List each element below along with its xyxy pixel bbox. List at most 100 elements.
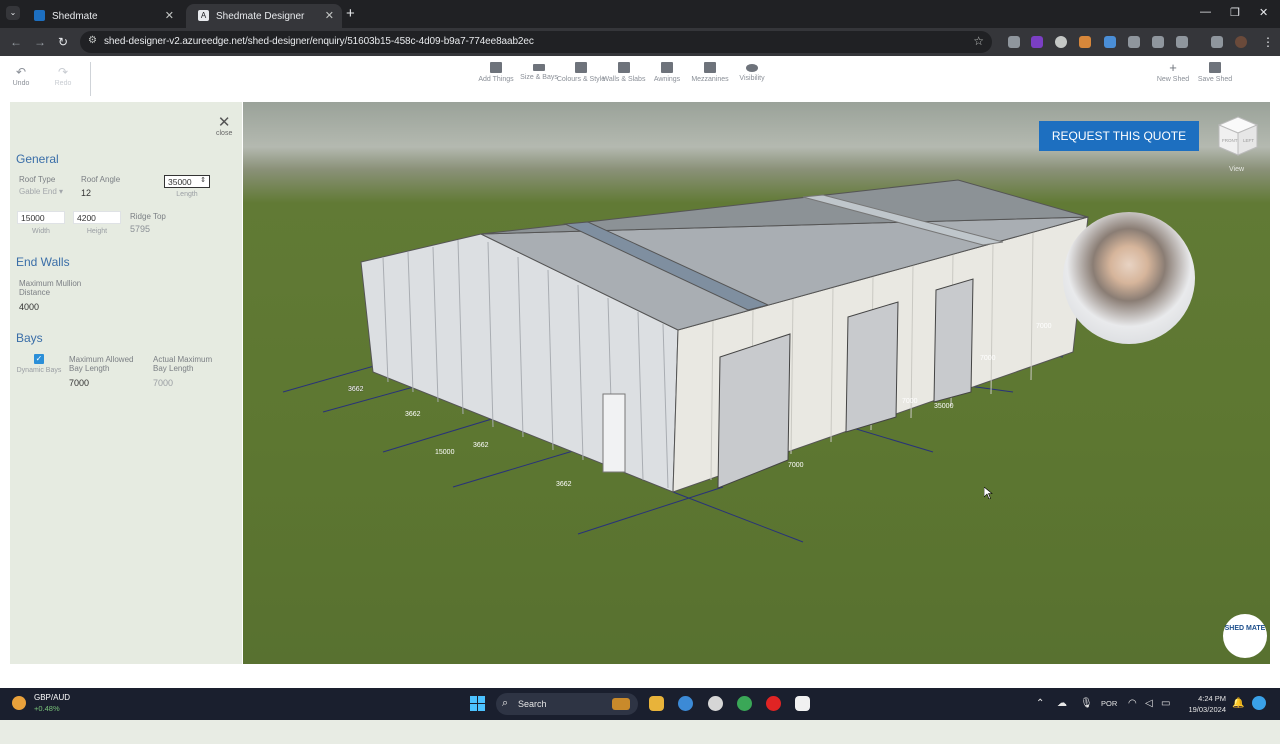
bays-heading: Bays — [16, 331, 43, 345]
youtube-music-icon[interactable] — [766, 696, 781, 711]
save-shed-button[interactable]: Save Shed — [1190, 62, 1240, 84]
dynamic-bays-checkbox[interactable]: ✓ — [34, 354, 44, 364]
windows-start-icon[interactable] — [470, 696, 485, 711]
volume-icon[interactable]: ◁ — [1145, 698, 1153, 709]
request-quote-button[interactable]: REQUEST THIS QUOTE — [1039, 121, 1199, 151]
browser-tab-strip: ⌄ Shedmate ✕ A Shedmate Designer ✕ + — ❐… — [0, 0, 1280, 28]
notion-icon[interactable] — [795, 696, 810, 711]
height-label: Height — [86, 228, 108, 235]
extension-icon[interactable] — [1031, 36, 1043, 48]
view-cube[interactable]: FRONT LEFT — [1217, 115, 1259, 157]
reload-icon[interactable]: ↻ — [58, 35, 68, 49]
copilot-icon[interactable] — [1252, 696, 1266, 710]
language-indicator[interactable]: POR — [1101, 699, 1117, 708]
roof-angle-value[interactable]: 12 — [81, 188, 91, 198]
shed-3d-model[interactable]: 3662 3662 3662 3662 15000 7000 7000 7000… — [243, 102, 1270, 664]
ridge-top-label: Ridge Top — [130, 212, 166, 221]
forward-icon[interactable]: → — [34, 35, 46, 49]
general-heading: General — [16, 152, 59, 166]
site-info-icon[interactable]: ⚙ — [88, 35, 97, 46]
new-tab-icon[interactable]: + — [346, 5, 355, 22]
height-input[interactable]: 4200 — [73, 211, 121, 224]
extension-icon[interactable] — [1152, 36, 1164, 48]
length-label: Length — [176, 191, 198, 198]
view-label: View — [1229, 166, 1245, 173]
cube-left-label: LEFT — [1243, 138, 1254, 143]
roof-type-select[interactable]: Gable End ▾ — [19, 187, 63, 196]
side-panel-icon[interactable] — [1211, 36, 1223, 48]
taskbar-search[interactable]: ⌕ Search — [496, 693, 638, 715]
awning-icon — [661, 62, 673, 73]
redo-button[interactable]: ↷ Redo — [48, 66, 78, 87]
close-window-icon[interactable]: ✕ — [1259, 6, 1268, 19]
dimension-label: 7000 — [788, 462, 804, 469]
personnel-door[interactable] — [602, 393, 626, 473]
microphone-icon[interactable]: 🎙 — [1080, 698, 1093, 709]
actual-max-bay-label: Actual Maximum Bay Length — [153, 355, 213, 373]
stepper-icon[interactable]: ⇕ — [200, 176, 206, 184]
onedrive-icon[interactable]: ☁ — [1057, 698, 1067, 709]
file-explorer-icon[interactable] — [649, 696, 664, 711]
clock-date: 19/03/2024 — [1188, 705, 1226, 714]
length-input[interactable]: 35000 ⇕ — [164, 175, 210, 188]
tab-title: Shedmate — [52, 10, 98, 22]
actual-max-bay-value: 7000 — [153, 378, 174, 388]
chrome-profile-icon[interactable] — [708, 696, 723, 711]
webcam-overlay — [1063, 212, 1195, 344]
chrome-alt-icon[interactable] — [737, 696, 752, 711]
tab-shedmate-designer[interactable]: A Shedmate Designer ✕ — [186, 4, 342, 28]
redo-icon: ↷ — [57, 65, 69, 79]
extension-icon[interactable] — [1128, 36, 1140, 48]
search-icon: ⌕ — [502, 697, 509, 709]
close-panel-button[interactable]: ✕ close — [216, 115, 232, 137]
roller-door[interactable] — [717, 333, 791, 489]
extension-icon[interactable] — [1104, 36, 1116, 48]
address-bar[interactable]: ⚙ shed-designer-v2.azureedge.net/shed-de… — [80, 31, 992, 53]
settings-panel: ✕ close General Roof Type Gable End ▾ Ro… — [10, 102, 242, 664]
roof-type-label: Roof Type — [19, 175, 56, 184]
dynamic-bays-label: Dynamic Bays — [16, 367, 62, 374]
extensions-puzzle-icon[interactable] — [1176, 36, 1188, 48]
max-allowed-bay-label: Maximum Allowed Bay Length — [69, 355, 134, 373]
currency-icon — [12, 696, 26, 710]
undo-button[interactable]: ↶ Undo — [6, 66, 36, 87]
tab-close-icon[interactable]: ✕ — [165, 9, 174, 22]
show-hidden-icons-icon[interactable]: ⌃ — [1036, 698, 1044, 709]
3d-viewport[interactable]: 3662 3662 3662 3662 15000 7000 7000 7000… — [243, 102, 1270, 664]
visibility-button[interactable]: Visibility — [727, 62, 777, 83]
extension-icon[interactable] — [1055, 36, 1067, 48]
tab-search-button[interactable]: ⌄ — [6, 6, 20, 20]
extension-icon[interactable] — [1008, 36, 1020, 48]
wifi-icon[interactable]: ◠ — [1128, 698, 1137, 709]
extension-icon[interactable] — [1079, 36, 1091, 48]
windows-taskbar: GBP/AUD +0.48% ⌕ Search ⌃ ☁ 🎙 POR ◠ ◁ ▭ … — [0, 688, 1280, 720]
taskbar-clock[interactable]: 4:24 PM 19/03/2024 — [1186, 693, 1226, 715]
roller-door[interactable] — [933, 278, 974, 403]
bookmark-star-icon[interactable]: ☆ — [973, 34, 984, 48]
dimension-label: 15000 — [435, 449, 455, 456]
dimension-label: 3662 — [556, 481, 572, 488]
clock-time: 4:24 PM — [1198, 694, 1226, 703]
width-input[interactable]: 15000 — [17, 211, 65, 224]
browser-menu-icon[interactable]: ⋮ — [1262, 35, 1274, 49]
tab-title: Shedmate Designer — [216, 10, 305, 22]
back-icon[interactable]: ← — [10, 35, 22, 49]
toolbar-divider — [90, 62, 91, 96]
designer-toolbar: ↶ Undo ↷ Redo Add Things Size & Bays Colou… — [0, 56, 1280, 102]
notifications-icon[interactable]: 🔔 — [1232, 698, 1244, 709]
tab-shedmate[interactable]: Shedmate ✕ — [22, 4, 182, 28]
profile-avatar[interactable] — [1235, 36, 1247, 48]
roller-door[interactable] — [845, 301, 899, 433]
tab-close-icon[interactable]: ✕ — [325, 9, 334, 22]
chrome-icon[interactable] — [678, 696, 693, 711]
restore-icon[interactable]: ❐ — [1230, 6, 1240, 19]
browser-toolbar: ← → ↻ ⚙ shed-designer-v2.azureedge.net/s… — [0, 28, 1280, 56]
roof-angle-label: Roof Angle — [81, 175, 121, 184]
dimension-label: 3662 — [348, 386, 364, 393]
battery-icon[interactable]: ▭ — [1161, 698, 1170, 709]
mullion-distance-value[interactable]: 4000 — [19, 302, 39, 312]
minimize-icon[interactable]: — — [1200, 6, 1211, 18]
max-allowed-bay-value[interactable]: 7000 — [69, 378, 89, 388]
url-text: shed-designer-v2.azureedge.net/shed-desi… — [104, 36, 534, 47]
dimension-label: 7000 — [980, 355, 996, 362]
